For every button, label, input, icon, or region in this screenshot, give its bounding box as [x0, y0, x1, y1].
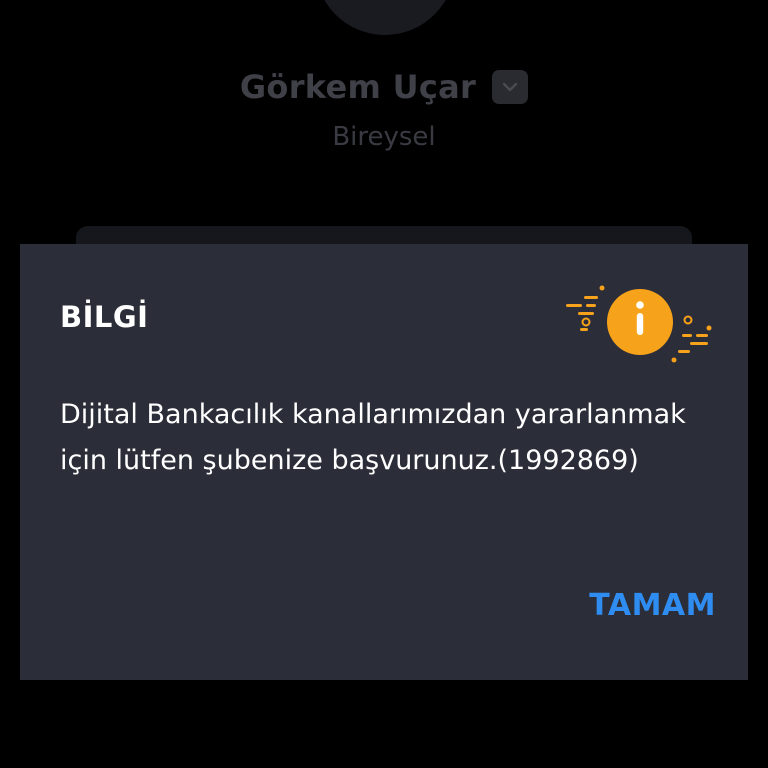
avatar	[315, 0, 455, 35]
dialog-title: BİLGİ	[60, 300, 149, 334]
dialog-message: Dijital Bankacılık kanallarımızdan yarar…	[60, 399, 686, 476]
profile-header: Görkem Uçar	[0, 68, 768, 106]
chevron-down-icon	[502, 82, 518, 92]
account-switch-dropdown[interactable]	[492, 70, 529, 104]
info-dialog: BİLGİ Dijital Bankacılık kanallarımızdan…	[20, 244, 748, 680]
account-type: Bireysel	[332, 122, 436, 152]
info-icon	[566, 285, 712, 363]
profile-name: Görkem Uçar	[239, 68, 477, 106]
ok-button[interactable]: TAMAM	[589, 584, 716, 627]
screen: Görkem Uçar Bireysel BİLGİ Dijital Banka…	[0, 0, 768, 768]
